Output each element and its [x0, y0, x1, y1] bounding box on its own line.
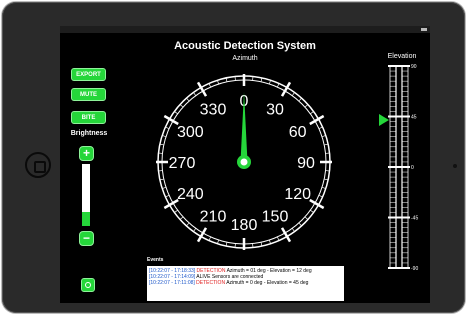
gauge-minor-tick: [174, 111, 178, 115]
gauge-minor-tick: [208, 236, 211, 241]
brightness-increase-button[interactable]: +: [79, 146, 94, 161]
gauge-label: 210: [200, 209, 227, 226]
event-kind: DETECTION: [196, 280, 226, 286]
gauge-minor-tick: [277, 83, 280, 88]
battery-icon: [421, 28, 427, 31]
gear-icon: [85, 282, 91, 288]
gauge-minor-tick: [318, 195, 323, 198]
gauge-minor-tick: [318, 126, 323, 129]
export-button[interactable]: EXPORT: [71, 68, 106, 81]
gauge-minor-tick: [179, 104, 184, 108]
gauge-minor-tick: [291, 228, 295, 232]
brightness-label: Brightness: [70, 130, 108, 137]
gauge-minor-tick: [298, 222, 302, 227]
settings-button[interactable]: [81, 278, 95, 292]
azimuth-label: Azimuth: [232, 55, 258, 62]
gauge-minor-tick: [310, 111, 314, 115]
status-bar: [60, 26, 430, 33]
elevation-label: Elevation: [387, 53, 417, 60]
gauge-minor-tick: [304, 216, 309, 220]
gauge-label: 270: [169, 155, 196, 172]
gauge-minor-tick: [208, 83, 211, 88]
home-button[interactable]: [25, 152, 51, 178]
gauge-minor-tick: [186, 222, 190, 227]
event-time: [10:22:07 - 17:11:08]: [149, 280, 195, 286]
elevation-tick-label: -90: [411, 266, 418, 272]
gauge-label: 330: [200, 101, 227, 118]
gauge-label: 30: [266, 101, 284, 118]
gauge-minor-tick: [165, 126, 170, 129]
home-square-icon: [34, 161, 46, 173]
event-row: [10:22:07 - 17:11:08] DETECTION Azimuth …: [149, 280, 342, 286]
gauge-minor-tick: [186, 97, 190, 102]
elevation-tick-label: 0: [411, 165, 414, 171]
event-text: Azimuth = 0 deg - Elevation = 45 deg: [226, 280, 309, 286]
gauge-label: 300: [177, 124, 204, 141]
brightness-slider[interactable]: [82, 164, 90, 226]
gauge-label: 90: [297, 155, 315, 172]
camera-dot: [453, 164, 457, 168]
app-screen: Acoustic Detection System Azimuth EXPORT…: [60, 26, 430, 303]
gauge-minor-tick: [174, 209, 178, 213]
brightness-decrease-button[interactable]: −: [79, 231, 94, 246]
gauge-minor-tick: [193, 92, 197, 96]
tablet-frame: Acoustic Detection System Azimuth EXPORT…: [2, 2, 465, 313]
gauge-minor-tick: [193, 228, 197, 232]
events-label: Events: [147, 257, 164, 263]
needle-hub-center: [240, 158, 248, 166]
app-title: Acoustic Detection System: [174, 40, 316, 52]
gauge-minor-tick: [291, 92, 295, 96]
gauge-label: 240: [177, 186, 204, 203]
gauge-label: 60: [289, 124, 307, 141]
gauge-label: 120: [284, 186, 311, 203]
brightness-slider-empty: [82, 164, 90, 212]
gauge-label: 180: [231, 217, 258, 234]
events-log: [10:22:07 - 17:18:33] DETECTION Azimuth …: [147, 266, 344, 301]
gauge-minor-tick: [298, 97, 302, 102]
gauge-minor-tick: [304, 104, 309, 108]
mute-button[interactable]: MUTE: [71, 88, 106, 101]
bite-button[interactable]: BITE: [71, 111, 106, 124]
gauge-minor-tick: [310, 209, 314, 213]
elevation-scale: 90 45 0 -45 -90: [388, 64, 418, 272]
azimuth-gauge: 0306090120150180210240270300330: [156, 74, 332, 250]
elevation-marker-icon: [379, 114, 389, 126]
elevation-tick-label: 90: [411, 64, 417, 70]
gauge-label: 150: [262, 209, 289, 226]
gauge-minor-tick: [277, 236, 280, 241]
gauge-minor-tick: [165, 195, 170, 198]
elevation-tick-label: -45: [411, 215, 418, 221]
gauge-minor-tick: [179, 216, 184, 220]
elevation-tick-label: 45: [411, 114, 417, 120]
